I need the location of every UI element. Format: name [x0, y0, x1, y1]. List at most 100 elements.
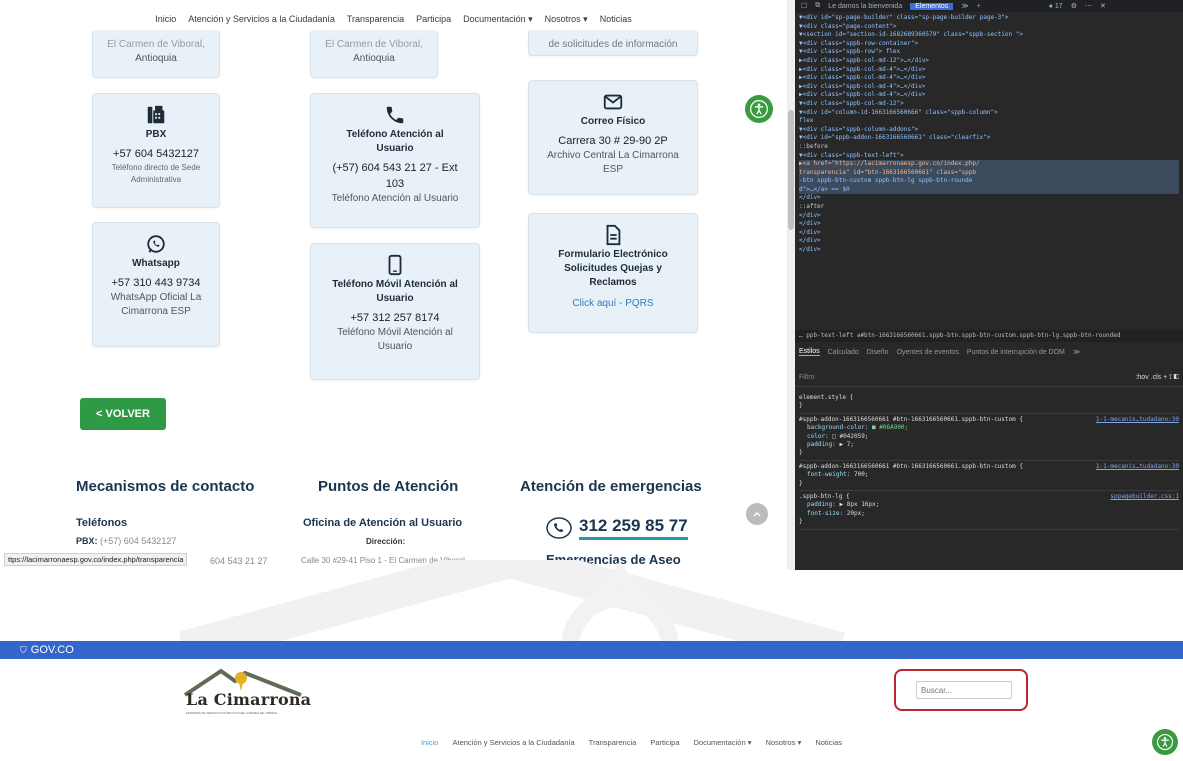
volver-button[interactable]: < VOLVER — [80, 398, 166, 430]
bottom-nav-transparencia[interactable]: Transparencia — [589, 738, 637, 747]
style-rule-source-link[interactable]: 1-1-mecanis…tudadano:30 — [1096, 463, 1179, 471]
devtools-issues[interactable]: ● 17 — [1049, 3, 1063, 10]
footer-puntos-heading: Puntos de Atención — [318, 478, 459, 495]
dom-tree[interactable]: ▼<div id="sp-page-builder" class="sp-pag… — [795, 12, 1183, 255]
style-rule-source-link[interactable]: 1-1-mecanis…tudadano:30 — [1096, 416, 1179, 424]
more-icon[interactable]: ⋯ — [1085, 2, 1092, 10]
devtools-subtabs: Estilos Calculado Diseño Oyentes de even… — [795, 345, 1183, 359]
subtab-more[interactable]: ≫ — [1073, 348, 1080, 356]
scrollbar-thumb[interactable] — [788, 110, 794, 230]
gear-icon[interactable]: ⚙ — [1071, 2, 1077, 10]
dom-node-line[interactable]: flex — [799, 117, 1179, 126]
style-declaration[interactable]: font-size: 20px; — [799, 510, 1179, 518]
card-telefono-number1: (+57) 604 543 21 27 - Ext — [332, 162, 458, 174]
dom-node-line[interactable]: ▶<div class="sppb-col-md-4">…</div> — [799, 66, 1179, 75]
nav-participa[interactable]: Participa — [416, 14, 451, 24]
devtools-tab-welcome[interactable]: Le damos la bienvenida — [828, 3, 902, 10]
dom-node-line[interactable]: ▼<div class="page-content"> — [799, 23, 1179, 32]
close-icon[interactable]: ✕ — [1100, 2, 1106, 10]
card-formulario-title2: Solicitudes Quejas y — [564, 263, 662, 274]
scroll-to-top-button[interactable] — [746, 503, 768, 525]
footer-direccion-label: Dirección: — [366, 537, 406, 546]
nav-transparencia[interactable]: Transparencia — [347, 14, 404, 24]
dom-node-line[interactable]: ▶<div class="sppb-col-md-4">…</div> — [799, 74, 1179, 83]
dom-node-line[interactable]: ▼<div class="sppb-text-left"> — [799, 152, 1179, 161]
style-rule[interactable]: sppagebuilder.css:1 .sppb-btn-lg {padding… — [799, 491, 1179, 530]
website-viewport: Inicio Atención y Servicios a la Ciudada… — [0, 0, 787, 570]
style-declaration[interactable]: padding: ▶ 8px 16px; — [799, 501, 1179, 509]
subtab-listeners[interactable]: Oyentes de eventos — [897, 349, 959, 356]
dom-node-line[interactable]: -btn sppb-btn-custom sppb-btn-lg sppb-bt… — [799, 177, 1179, 186]
style-rule[interactable]: element.style {} — [799, 392, 1179, 414]
dom-node-line[interactable]: ▶<div class="sppb-col-md-12">…</div> — [799, 57, 1179, 66]
accessibility-button-bottom[interactable] — [1152, 729, 1178, 755]
bottom-nav-documentacion[interactable]: Documentación ▾ — [694, 738, 752, 747]
devtools-more-tabs[interactable]: ≫ — [961, 2, 968, 10]
dom-node-line[interactable]: ::after — [799, 203, 1179, 212]
style-declaration[interactable]: color: □ #042059; — [799, 433, 1179, 441]
subtab-layout[interactable]: Diseño — [867, 349, 889, 356]
pqrs-link[interactable]: Click aquí - PQRS — [529, 298, 697, 309]
dom-node-line[interactable]: </div> — [799, 212, 1179, 221]
card-whatsapp-title: Whatsapp — [132, 258, 180, 269]
card-movil-title2: Usuario — [376, 293, 414, 304]
style-declaration[interactable]: padding: ▶ 7; — [799, 441, 1179, 449]
style-declaration[interactable]: font-weight: 700; — [799, 471, 1179, 479]
styles-pane[interactable]: element.style {} 1-1-mecanis…tudadano:30 #… — [799, 392, 1179, 530]
dom-node-line[interactable]: d">…</a> == $0 — [799, 185, 1179, 195]
dom-node-line[interactable]: </div> — [799, 220, 1179, 229]
bottom-nav-inicio[interactable]: Inicio — [421, 738, 439, 747]
search-input[interactable] — [916, 681, 1012, 699]
dom-node-line[interactable]: ▼<section id="section-id-1682689360579" … — [799, 31, 1179, 40]
dom-node-line[interactable]: ▼<div id="column-id-1663166560666" class… — [799, 109, 1179, 118]
dom-node-line[interactable]: ▼<div class="sppb-row"> flex — [799, 48, 1179, 57]
dom-node-line[interactable]: transparencia" id="btn-1663166560661" cl… — [799, 168, 1179, 178]
dom-node-line[interactable]: ▼<div id="sppb-addon-1663166560661" clas… — [799, 134, 1179, 143]
accessibility-button[interactable] — [745, 95, 773, 123]
nav-nosotros[interactable]: Nosotros ▾ — [545, 14, 588, 25]
devtools-inspect-icon[interactable]: ⧉ — [815, 2, 820, 10]
card-whatsapp-number: +57 310 443 9734 — [111, 277, 201, 289]
styles-filter-input[interactable]: Filtro — [799, 374, 815, 381]
bottom-nav-atencion[interactable]: Atención y Servicios a la Ciudadanía — [452, 738, 574, 747]
style-rule-source-link[interactable]: sppagebuilder.css:1 — [1110, 493, 1179, 501]
style-rule-selector: .sppb-btn-lg { — [799, 493, 850, 501]
dom-node-line[interactable]: ▶<a href="https://lacimarronaesp.gov.co/… — [799, 160, 1179, 169]
nav-atencion[interactable]: Atención y Servicios a la Ciudadanía — [188, 14, 335, 24]
dom-node-line[interactable]: ▼<div class="sppb-row-container"> — [799, 40, 1179, 49]
subtab-breakpoints[interactable]: Puntos de interrupción de DOM — [967, 349, 1065, 356]
subtab-computed[interactable]: Calculado — [828, 349, 859, 356]
dom-node-line[interactable]: ▶<div class="sppb-col-md-4">…</div> — [799, 83, 1179, 92]
styles-tools[interactable]: :hov .cls + ⟟ ◧ — [1135, 374, 1179, 382]
dom-node-line[interactable]: </div> — [799, 229, 1179, 238]
dom-node-line[interactable]: ▶<div class="sppb-col-md-4">…</div> — [799, 91, 1179, 100]
card-info-requests-line: de solicitudes de información — [548, 39, 678, 50]
card-telefono-title2: Usuario — [376, 143, 414, 154]
nav-documentacion[interactable]: Documentación ▾ — [463, 14, 533, 25]
card-formulario-title1: Formulario Electrónico — [558, 249, 668, 260]
dom-node-line[interactable]: ▼<div class="sppb-column-addons"> — [799, 126, 1179, 135]
bottom-nav-participa[interactable]: Participa — [650, 738, 679, 747]
style-declaration[interactable]: background-color: ■ #06A900; — [799, 424, 1179, 432]
devtools-breadcrumb[interactable]: … ppb-text-left a#btn-1663166560661.sppb… — [795, 330, 1183, 342]
subtab-styles[interactable]: Estilos — [799, 348, 820, 356]
devtools-add-tab[interactable]: + — [977, 3, 981, 10]
devtools-device-icon[interactable]: ☐ — [801, 2, 807, 10]
devtools-tab-elements[interactable]: Elementos — [910, 2, 954, 10]
dom-node-line[interactable]: ▼<div id="sp-page-builder" class="sp-pag… — [799, 14, 1179, 23]
dom-node-line[interactable]: </div> — [799, 246, 1179, 255]
bottom-nav-noticias[interactable]: Noticias — [815, 738, 842, 747]
bottom-nav-nosotros[interactable]: Nosotros ▾ — [765, 738, 801, 747]
nav-noticias[interactable]: Noticias — [600, 14, 632, 24]
style-value: ▶ 8px 16px; — [839, 501, 880, 509]
nav-inicio[interactable]: Inicio — [155, 14, 176, 24]
style-rule[interactable]: 1-1-mecanis…tudadano:30 #sppb-addon-16631… — [799, 461, 1179, 492]
dom-node-line[interactable]: </div> — [799, 237, 1179, 246]
dom-node-line[interactable]: ::before — [799, 143, 1179, 152]
emergency-phone[interactable]: 312 259 85 77 — [545, 516, 688, 540]
dom-node-line[interactable]: </div> — [799, 194, 1179, 203]
gov-co-label[interactable]: GOV.CO — [31, 644, 74, 656]
style-rule[interactable]: 1-1-mecanis…tudadano:30 #sppb-addon-16631… — [799, 414, 1179, 461]
page-scrollbar[interactable] — [787, 0, 795, 570]
dom-node-line[interactable]: ▼<div class="sppb-col-md-12"> — [799, 100, 1179, 109]
